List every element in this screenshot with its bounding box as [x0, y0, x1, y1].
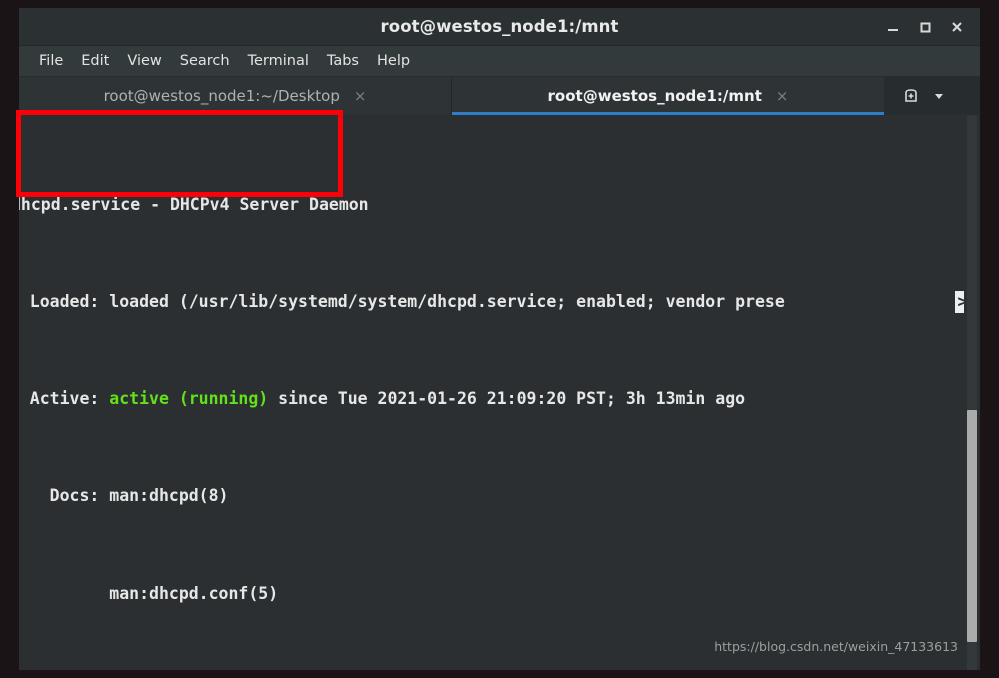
tab-bar-actions	[884, 77, 961, 115]
docs-label: Docs:	[49, 486, 100, 506]
terminal-line-active: Active: active (running) since Tue 2021-…	[19, 387, 980, 411]
window-title: root@westos_node1:/mnt	[380, 17, 619, 36]
window-controls	[878, 8, 972, 45]
scrollbar-thumb[interactable]	[967, 410, 977, 642]
menu-item-file[interactable]: File	[30, 51, 72, 72]
menu-item-terminal[interactable]: Terminal	[239, 51, 318, 72]
tab-bar: root@westos_node1:~/Desktop × root@westo…	[19, 77, 980, 115]
docs-value-2: man:dhcpd.conf(5)	[109, 583, 279, 603]
new-tab-icon[interactable]	[898, 83, 924, 109]
tab-mnt-label: root@westos_node1:/mnt	[547, 87, 762, 105]
menu-item-search[interactable]: Search	[171, 51, 239, 72]
maximize-button[interactable]	[910, 13, 940, 41]
active-since: since Tue 2021-01-26 21:09:20 PST; 3h 13…	[268, 389, 746, 409]
menu-item-view[interactable]: View	[118, 51, 170, 72]
title-bar: root@westos_node1:/mnt	[19, 8, 980, 46]
tab-mnt-close-icon[interactable]: ×	[776, 88, 789, 104]
terminal-line-docs-cont: man:dhcpd.conf(5)	[19, 582, 980, 606]
menu-item-tabs[interactable]: Tabs	[318, 51, 368, 72]
docs-indent	[19, 584, 109, 603]
active-label: Active:	[29, 389, 100, 409]
active-state: active (running)	[109, 389, 269, 409]
tab-desktop-close-icon[interactable]: ×	[354, 88, 367, 104]
terminal-line-docs: Docs: man:dhcpd(8)	[19, 484, 980, 508]
docs-value: man:dhcpd(8)	[109, 486, 229, 506]
unit-title: dhcpd.service - DHCPv4 Server Daemon	[19, 194, 369, 214]
terminal-window: root@westos_node1:/mnt File Edit View Se…	[19, 8, 980, 670]
terminal-line-unit: dhcpd.service - DHCPv4 Server Daemon	[19, 193, 980, 217]
minimize-button[interactable]	[878, 13, 908, 41]
tab-mnt[interactable]: root@westos_node1:/mnt ×	[452, 77, 884, 115]
terminal-scrollbar[interactable]	[964, 115, 980, 670]
loaded-label: Loaded:	[29, 292, 100, 312]
screen: root@westos_node1:/mnt File Edit View Se…	[0, 0, 999, 678]
loaded-value: loaded (/usr/lib/systemd/system/dhcpd.se…	[109, 292, 785, 312]
tab-desktop-label: root@westos_node1:~/Desktop	[103, 87, 340, 105]
terminal-output: dhcpd.service - DHCPv4 Server Daemon Loa…	[19, 115, 980, 670]
chevron-down-icon[interactable]	[926, 83, 952, 109]
menu-item-help[interactable]: Help	[368, 51, 419, 72]
menu-item-edit[interactable]: Edit	[72, 51, 118, 72]
tab-desktop[interactable]: root@westos_node1:~/Desktop ×	[19, 77, 451, 115]
terminal-line-loaded: Loaded: loaded (/usr/lib/systemd/system/…	[19, 290, 980, 314]
menu-bar: File Edit View Search Terminal Tabs Help	[19, 46, 980, 77]
watermark: https://blog.csdn.net/weixin_47133613	[714, 639, 958, 654]
terminal-body[interactable]: dhcpd.service - DHCPv4 Server Daemon Loa…	[19, 115, 980, 670]
close-button[interactable]	[942, 13, 972, 41]
